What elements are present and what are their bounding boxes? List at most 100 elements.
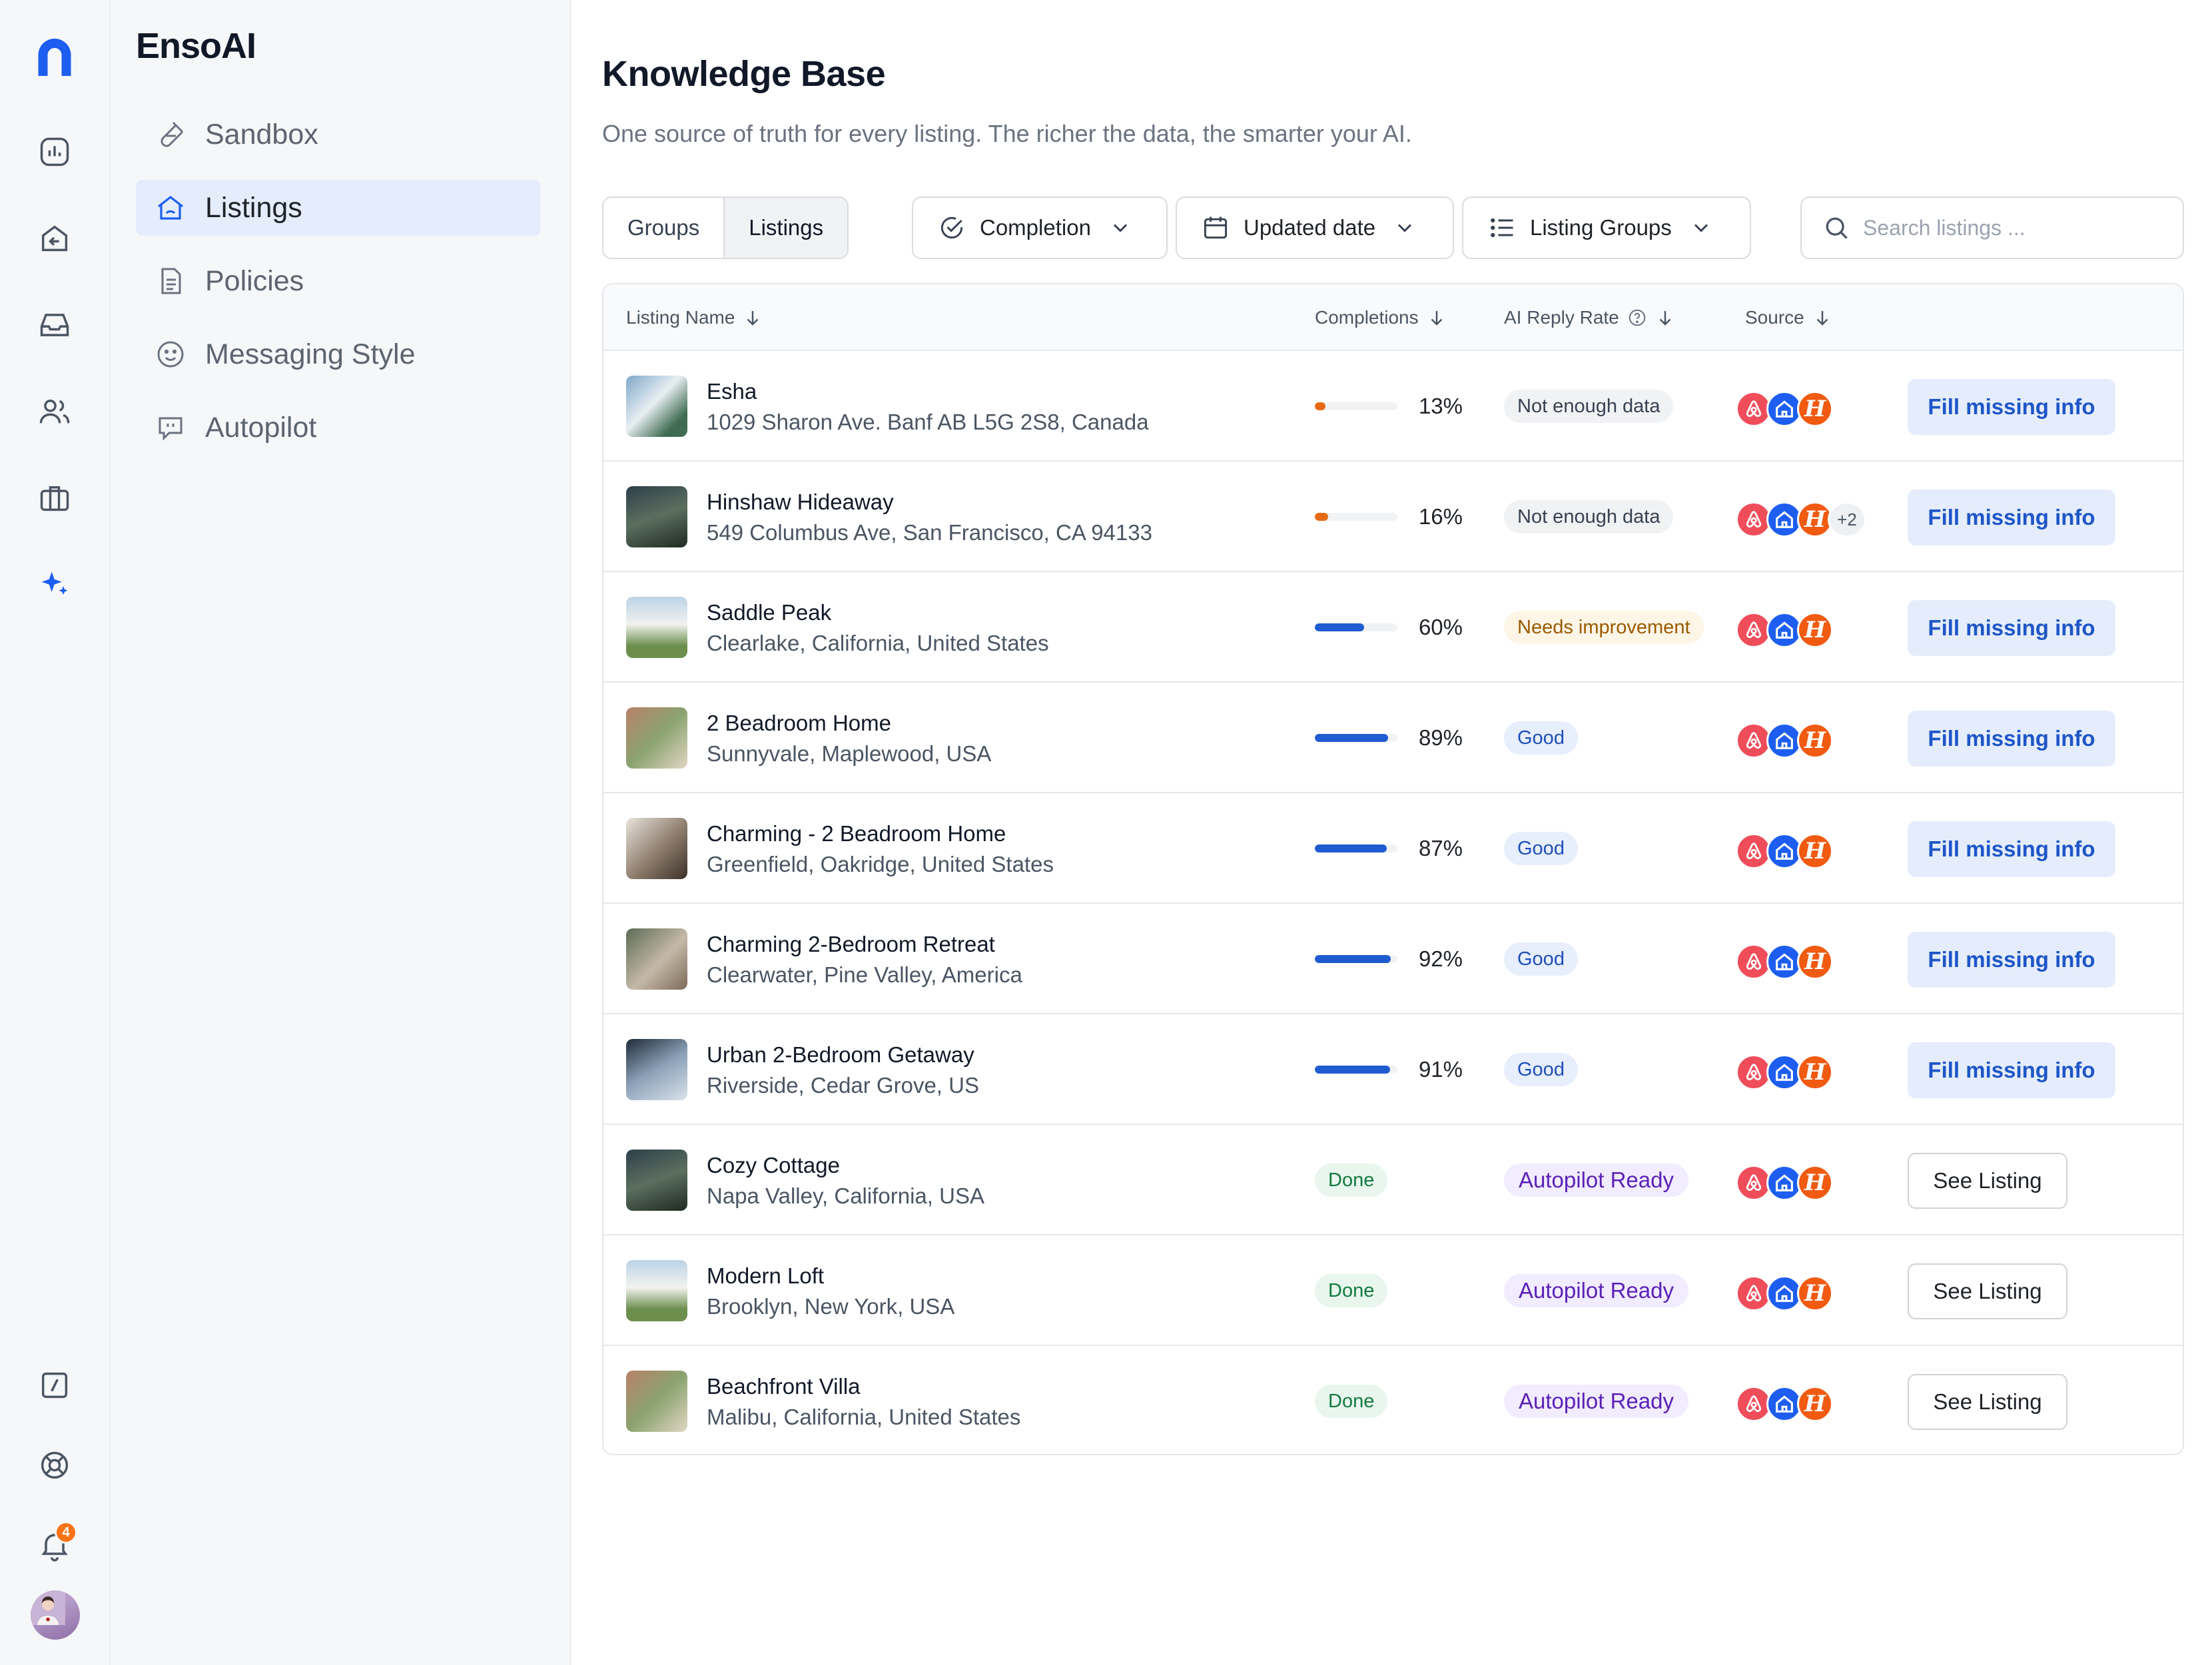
table-row[interactable]: Saddle Peak Clearlake, California, United… <box>603 572 2183 683</box>
column-listing-name[interactable]: Listing Name <box>626 284 763 351</box>
table-header: Listing Name Completions AI Reply Rate S… <box>603 284 2183 351</box>
hostaway-icon: H <box>1797 1275 1833 1311</box>
sidebar-item-label: Policies <box>205 264 304 297</box>
listing-address: Clearlake, California, United States <box>707 631 1049 655</box>
column-source[interactable]: Source <box>1745 284 1832 351</box>
source-icons: H <box>1736 1386 1833 1422</box>
hostaway-icon: H <box>1797 1165 1833 1201</box>
table-row[interactable]: Modern Loft Brooklyn, New York, USA Done Au… <box>603 1235 2183 1346</box>
sidebar-item-autopilot[interactable]: Autopilot <box>136 400 541 456</box>
brand-name: EnsoAI <box>136 26 256 66</box>
listing-name[interactable]: Charming 2-Bedroom Retreat <box>707 932 995 957</box>
help-circle-icon[interactable] <box>1627 308 1647 328</box>
listing-name[interactable]: 2 Beadroom Home <box>707 711 891 736</box>
table-row[interactable]: Charming 2-Bedroom Retreat Clearwater, Pi… <box>603 904 2183 1014</box>
page-title: Knowledge Base <box>602 54 886 94</box>
tab-listings[interactable]: Listings <box>723 198 848 258</box>
listing-name[interactable]: Modern Loft <box>707 1263 824 1289</box>
listing-thumbnail <box>626 597 687 658</box>
icon-rail: 4 <box>0 0 111 1665</box>
listing-address: Greenfield, Oakridge, United States <box>707 852 1054 876</box>
ai-reply-rate-badge: Needs improvement <box>1504 611 1704 644</box>
completion-percent: 92% <box>1418 946 1463 971</box>
main-content: Knowledge Base One source of truth for e… <box>571 0 2212 1665</box>
table-row[interactable]: 2 Beadroom Home Sunnyvale, Maplewood, USA… <box>603 683 2183 793</box>
analytics-icon[interactable] <box>35 132 75 172</box>
completion-progress-fill <box>1315 955 1391 963</box>
completion-progress-bar <box>1315 402 1397 410</box>
table-row[interactable]: Urban 2-Bedroom Getaway Riverside, Cedar … <box>603 1014 2183 1125</box>
listing-name[interactable]: Cozy Cottage <box>707 1153 840 1178</box>
source-icons: H <box>1736 1275 1833 1311</box>
listing-name[interactable]: Charming - 2 Beadroom Home <box>707 821 1006 846</box>
table-row[interactable]: Esha 1029 Sharon Ave. Banf AB L5G 2S8, Ca… <box>603 351 2183 462</box>
list-icon <box>1491 218 1513 238</box>
completion-progress-bar <box>1315 955 1397 963</box>
column-ai-reply-rate[interactable]: AI Reply Rate <box>1504 284 1675 351</box>
completion-filter[interactable]: Completion <box>912 196 1168 259</box>
completion-progress-fill <box>1315 402 1326 410</box>
notifications-bell-icon[interactable]: 4 <box>35 1521 77 1565</box>
column-label: Completions <box>1315 307 1419 328</box>
fill-missing-info-button[interactable]: Fill missing info <box>1908 490 2115 545</box>
fill-missing-info-button[interactable]: Fill missing info <box>1908 379 2115 435</box>
sidebar-item-policies[interactable]: Policies <box>136 253 541 309</box>
help-lifebuoy-icon[interactable] <box>35 1445 75 1485</box>
see-listing-button[interactable]: See Listing <box>1908 1263 2067 1319</box>
fill-missing-info-button[interactable]: Fill missing info <box>1908 932 2115 988</box>
listing-name[interactable]: Hinshaw Hideaway <box>707 490 894 515</box>
listing-name[interactable]: Saddle Peak <box>707 600 831 625</box>
table-row[interactable]: Charming - 2 Beadroom Home Greenfield, Oa… <box>603 793 2183 904</box>
listing-name[interactable]: Esha <box>707 379 757 404</box>
source-icons: H <box>1736 1165 1833 1201</box>
check-circle-icon <box>940 216 963 239</box>
user-avatar[interactable] <box>31 1590 80 1640</box>
fill-missing-info-button[interactable]: Fill missing info <box>1908 821 2115 877</box>
completion-progress-bar <box>1315 623 1397 631</box>
document-icon <box>161 268 181 294</box>
filter-label: Listing Groups <box>1530 215 1672 240</box>
fill-missing-info-button[interactable]: Fill missing info <box>1908 600 2115 656</box>
sparkles-icon[interactable] <box>35 565 75 605</box>
completion-progress-bar <box>1315 513 1397 521</box>
sort-arrow-icon <box>1816 311 1828 326</box>
fill-missing-info-button[interactable]: Fill missing info <box>1908 1042 2115 1098</box>
updated-date-filter[interactable]: Updated date <box>1176 196 1454 259</box>
listing-name[interactable]: Beachfront Villa <box>707 1374 861 1399</box>
listing-name[interactable]: Urban 2-Bedroom Getaway <box>707 1042 974 1068</box>
listing-address: 1029 Sharon Ave. Banf AB L5G 2S8, Canada <box>707 410 1149 434</box>
enso-logo-icon[interactable] <box>29 32 80 83</box>
see-listing-button[interactable]: See Listing <box>1908 1374 2067 1430</box>
ai-reply-rate-badge: Good <box>1504 1053 1578 1086</box>
search-box[interactable] <box>1800 196 2184 259</box>
table-row[interactable]: Beachfront Villa Malibu, California, Unit… <box>603 1346 2183 1454</box>
sidebar-item-listings[interactable]: Listings <box>136 180 541 236</box>
listing-groups-filter[interactable]: Listing Groups <box>1462 196 1751 259</box>
see-listing-button[interactable]: See Listing <box>1908 1153 2067 1209</box>
table-row[interactable]: Hinshaw Hideaway 549 Columbus Ave, San Fr… <box>603 462 2183 572</box>
fill-missing-info-button[interactable]: Fill missing info <box>1908 711 2115 767</box>
search-input[interactable] <box>1863 215 2169 240</box>
more-sources-badge[interactable]: +2 <box>1828 501 1866 537</box>
source-icons: H <box>1736 944 1833 980</box>
users-icon[interactable] <box>35 392 75 432</box>
home-exit-icon[interactable] <box>35 218 75 258</box>
listing-thumbnail <box>626 928 687 990</box>
briefcase-icon[interactable] <box>35 478 75 518</box>
hostaway-icon: H <box>1797 391 1833 427</box>
page-subtitle: One source of truth for every listing. T… <box>602 120 1412 147</box>
column-label: Source <box>1745 307 1804 328</box>
column-completions[interactable]: Completions <box>1315 284 1447 351</box>
listing-thumbnail <box>626 1260 687 1321</box>
filter-label: Updated date <box>1244 215 1376 240</box>
table-row[interactable]: Cozy Cottage Napa Valley, California, USA… <box>603 1125 2183 1235</box>
source-icons: H <box>1736 391 1833 427</box>
sidebar-item-messaging-style[interactable]: Messaging Style <box>136 326 541 382</box>
listing-thumbnail <box>626 486 687 547</box>
slash-command-icon[interactable] <box>35 1365 75 1405</box>
sidebar-item-sandbox[interactable]: Sandbox <box>136 107 541 163</box>
inbox-icon[interactable] <box>35 305 75 345</box>
source-icons: H <box>1736 723 1833 759</box>
completion-progress-bar <box>1315 1066 1397 1074</box>
tab-groups[interactable]: Groups <box>603 198 723 258</box>
